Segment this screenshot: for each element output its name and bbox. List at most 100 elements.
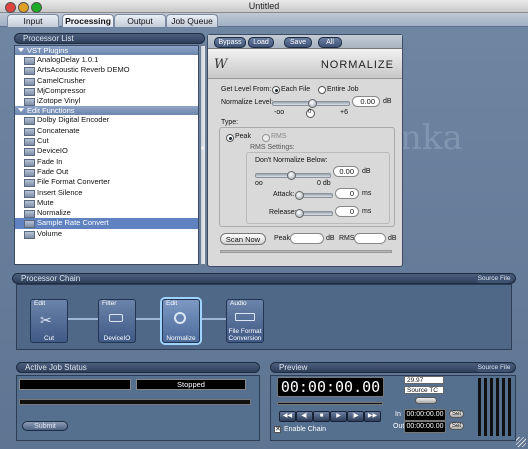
tab-job-queue[interactable]: Job Queue — [166, 14, 218, 27]
list-item-mjcompressor[interactable]: MjCompressor — [15, 86, 198, 96]
bypass-button[interactable]: Bypass — [214, 37, 246, 48]
item-label: Insert Silence — [37, 187, 83, 197]
dont-normalize-field[interactable]: 0.00 — [333, 166, 359, 177]
function-icon — [24, 179, 35, 188]
set-in-button[interactable]: Set — [449, 410, 464, 418]
chain-node-normalize[interactable]: Edit Normalize — [162, 299, 200, 343]
preview-position-bar[interactable] — [277, 402, 383, 405]
app-window: Untitled Input Processing Output Job Que… — [0, 0, 528, 449]
attack-knob[interactable] — [295, 191, 304, 200]
item-label: AnalogDelay 1.0.1 — [37, 55, 99, 64]
list-item-izotope-vinyl[interactable]: iZotope Vinyl — [15, 96, 198, 107]
list-item-deviceio[interactable]: DeviceIO — [15, 146, 198, 157]
disclosure-triangle-icon[interactable] — [18, 108, 24, 113]
function-icon — [24, 168, 35, 177]
job-status-header: Active Job Status — [16, 362, 260, 373]
each-file-radio[interactable] — [272, 86, 280, 94]
close-window-button[interactable] — [5, 2, 16, 13]
tab-processing[interactable]: Processing — [62, 14, 114, 27]
jog-shuttle-control[interactable] — [415, 397, 437, 404]
peak-radio[interactable] — [226, 134, 234, 142]
level-mid-label: 0 — [308, 109, 312, 115]
list-item-volume[interactable]: Volume — [15, 229, 198, 239]
save-button[interactable]: Save — [284, 37, 312, 48]
entire-job-radio[interactable] — [318, 86, 326, 94]
list-item-artsacoustic[interactable]: ArtsAcoustic Reverb DEMO — [15, 65, 198, 76]
normalize-icon — [174, 312, 186, 324]
rms-radio[interactable] — [262, 134, 270, 142]
chain-connector-line — [66, 318, 234, 320]
stop-button[interactable]: ■ — [313, 411, 330, 422]
set-out-button[interactable]: Set — [449, 422, 464, 430]
list-item-dolby[interactable]: Dolby Digital Encoder — [15, 115, 198, 126]
chain-node-deviceio[interactable]: Filter DeviceIO — [98, 299, 136, 343]
release-knob[interactable] — [295, 209, 304, 218]
list-item-camelcrusher[interactable]: CamelCrusher — [15, 76, 198, 86]
tab-bar: Input Processing Output Job Queue — [0, 13, 528, 27]
load-button[interactable]: Load — [248, 37, 274, 48]
normalize-level-field[interactable]: 0.00 — [352, 96, 380, 107]
in-timecode-field[interactable]: 00:00:00.00 — [404, 409, 446, 421]
next-button[interactable]: |▶ — [347, 411, 364, 422]
play-button[interactable]: ▶ — [330, 411, 347, 422]
job-progress-bar — [19, 399, 251, 405]
enable-chain-label: Enable Chain — [284, 426, 327, 433]
processor-list-scrollbar[interactable] — [200, 45, 206, 265]
minimize-window-button[interactable] — [18, 2, 29, 13]
fast-forward-button[interactable]: ▶▶ — [364, 411, 381, 422]
item-label: Fade Out — [37, 166, 69, 176]
function-icon — [24, 127, 35, 136]
group-edit-functions[interactable]: Edit Functions — [15, 106, 198, 116]
list-item-sample-rate-convert[interactable]: Sample Rate Convert — [15, 218, 198, 229]
all-button[interactable]: All — [318, 37, 342, 48]
disclosure-triangle-icon[interactable] — [18, 48, 24, 52]
job-status-display: Stopped — [136, 379, 246, 390]
attack-field[interactable]: 0 — [335, 188, 359, 199]
zoom-window-button[interactable] — [31, 2, 42, 13]
list-item-fade-out[interactable]: Fade Out — [15, 167, 198, 177]
chain-node-cut[interactable]: Edit ✂ Cut — [30, 299, 68, 343]
rewind-button[interactable]: ◀◀ — [279, 411, 296, 422]
group-vst-plugins[interactable]: VST Plugins — [15, 46, 198, 55]
peak-readout-unit: dB — [326, 235, 335, 242]
list-item-analogdelay[interactable]: AnalogDelay 1.0.1 — [15, 55, 198, 65]
previous-button[interactable]: ◀| — [296, 411, 313, 422]
submit-button[interactable]: Submit — [22, 421, 68, 431]
function-icon — [24, 220, 35, 229]
item-label: Fade In — [37, 156, 63, 166]
source-tc-select[interactable]: Source TC — [404, 386, 444, 394]
item-label: Normalize — [37, 208, 71, 218]
chain-node-file-format[interactable]: Audio File Format Conversion — [226, 299, 264, 343]
each-file-label: Each File — [281, 86, 311, 93]
function-icon — [24, 199, 35, 208]
normalize-level-knob[interactable] — [308, 99, 317, 108]
list-item-normalize[interactable]: Normalize — [15, 208, 198, 219]
item-label: Cut — [37, 136, 49, 146]
fps-select[interactable]: 29.97 — [404, 376, 444, 384]
out-timecode-field[interactable]: 00:00:00.00 — [404, 421, 446, 433]
rms-readout-field — [354, 233, 386, 244]
list-item-fade-in[interactable]: Fade In — [15, 157, 198, 167]
chain-source-file-button[interactable]: Source File — [476, 274, 512, 283]
preview-source-file-button[interactable]: Source File — [476, 363, 512, 372]
list-item-insert-silence[interactable]: Insert Silence — [15, 188, 198, 198]
list-item-file-format-converter[interactable]: File Format Converter — [15, 177, 198, 188]
list-item-mute[interactable]: Mute — [15, 198, 198, 208]
device-icon — [109, 314, 123, 322]
enable-chain-checkbox[interactable]: ✕ — [274, 426, 281, 433]
list-item-cut[interactable]: Cut — [15, 136, 198, 147]
release-field[interactable]: 0 — [335, 206, 359, 217]
resize-grip-icon[interactable] — [516, 437, 526, 447]
tab-input[interactable]: Input — [7, 14, 59, 27]
scan-now-button[interactable]: Scan Now — [220, 233, 266, 245]
processor-chain-header: Processor Chain — [12, 273, 516, 284]
node-type: Filter — [102, 300, 117, 307]
level-meter — [502, 378, 505, 436]
plugin-banner: W NORMALIZE — [208, 49, 402, 79]
splitter-handle-icon[interactable] — [201, 146, 205, 150]
dont-normalize-knob[interactable] — [287, 171, 296, 180]
tab-output[interactable]: Output — [114, 14, 166, 27]
processor-list: VST Plugins AnalogDelay 1.0.1 ArtsAcoust… — [14, 45, 199, 265]
function-icon — [24, 148, 35, 157]
list-item-concatenate[interactable]: Concatenate — [15, 126, 198, 136]
